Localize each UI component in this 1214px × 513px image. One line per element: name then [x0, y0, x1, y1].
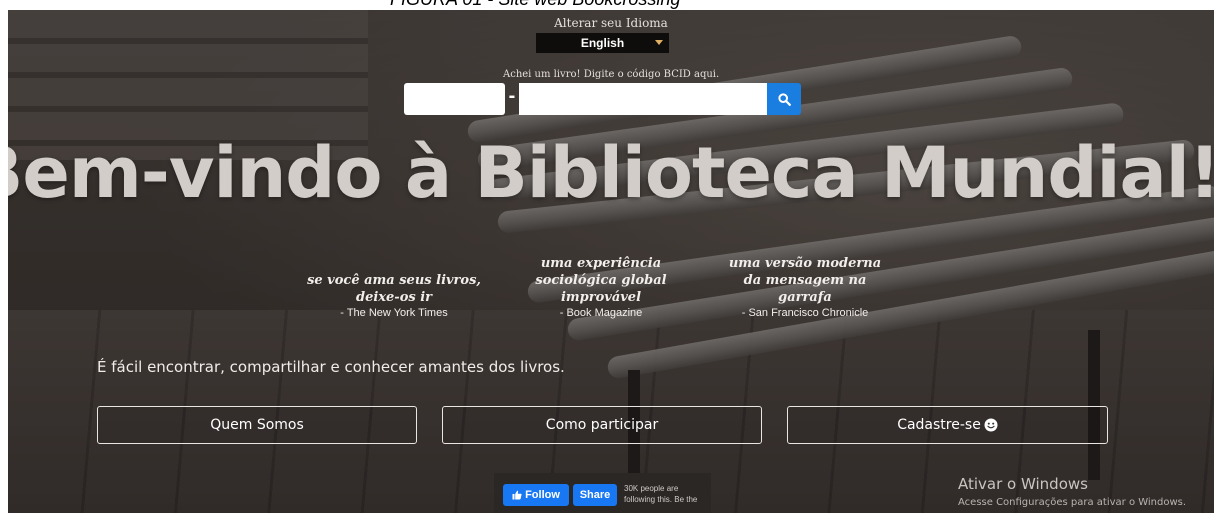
- quote-source: - Book Magazine: [559, 307, 643, 319]
- chevron-down-icon: [655, 40, 663, 45]
- quote-sf-chronicle: uma versão moderna da mensagem na garraf…: [722, 255, 888, 320]
- hero-title: Bem-vindo à Biblioteca Mundial!: [8, 132, 1214, 214]
- bcid-label: Achei um livro! Digite o código BCID aqu…: [503, 69, 720, 80]
- quote-line: garrafa: [778, 290, 832, 305]
- windows-activation-title: Ativar o Windows: [958, 475, 1088, 493]
- thumbs-up-icon: [512, 490, 522, 500]
- quote-line: uma versão moderna: [728, 256, 882, 271]
- facebook-share-label: Share: [579, 489, 611, 501]
- search-icon: [777, 92, 791, 106]
- language-select[interactable]: English: [536, 33, 669, 53]
- quote-nyt: se você ama seus livros, deixe-os ir - T…: [304, 272, 484, 320]
- about-button-label: Quem Somos: [210, 417, 304, 433]
- windows-activation-subtitle: Acesse Configurações para ativar o Windo…: [958, 497, 1187, 508]
- quote-source: - The New York Times: [340, 307, 448, 319]
- quote-line: se você ama seus livros,: [307, 273, 481, 288]
- language-label: Alterar seu Idioma: [554, 16, 668, 30]
- bcid-search-button[interactable]: [767, 83, 801, 115]
- quote-line: sociológica global: [535, 273, 667, 288]
- facebook-share-button[interactable]: Share: [573, 484, 617, 506]
- screenshot-frame: FIGURA 01 - Site web Bookcrossing Altera…: [0, 0, 1214, 513]
- language-selected-value: English: [580, 36, 625, 50]
- bcid-separator: -: [508, 85, 516, 107]
- facebook-count-line: 30K people are: [624, 484, 679, 493]
- facebook-count-line: following this. Be the: [624, 495, 698, 504]
- hero-section: Alterar seu Idioma English Achei um livr…: [8, 10, 1214, 513]
- bcid-second-input[interactable]: [519, 83, 767, 115]
- signup-button-label: Cadastre-se: [897, 417, 981, 433]
- bcid-first-input[interactable]: [404, 83, 505, 115]
- smiley-icon: [984, 418, 998, 432]
- signup-button[interactable]: Cadastre-se: [787, 406, 1108, 444]
- facebook-follow-button[interactable]: Follow: [503, 484, 569, 506]
- how-to-join-button[interactable]: Como participar: [442, 406, 762, 444]
- quote-line: improvável: [560, 290, 642, 305]
- quote-book-magazine: uma experiência sociológica global impro…: [526, 255, 676, 320]
- about-button[interactable]: Quem Somos: [97, 406, 417, 444]
- figure-caption: FIGURA 01 - Site web Bookcrossing: [0, 0, 1214, 10]
- how-to-join-button-label: Como participar: [545, 417, 659, 433]
- quote-line: da mensagem na: [743, 273, 867, 288]
- quote-source: - San Francisco Chronicle: [741, 307, 869, 319]
- facebook-follower-count: 30K people are following this. Be the: [624, 483, 712, 505]
- figure-caption-text: FIGURA 01 - Site web Bookcrossing: [390, 0, 680, 10]
- facebook-follow-label: Follow: [525, 489, 560, 501]
- tagline: É fácil encontrar, compartilhar e conhec…: [97, 358, 565, 376]
- quote-line: deixe-os ir: [355, 290, 433, 305]
- quote-line: uma experiência: [540, 256, 662, 271]
